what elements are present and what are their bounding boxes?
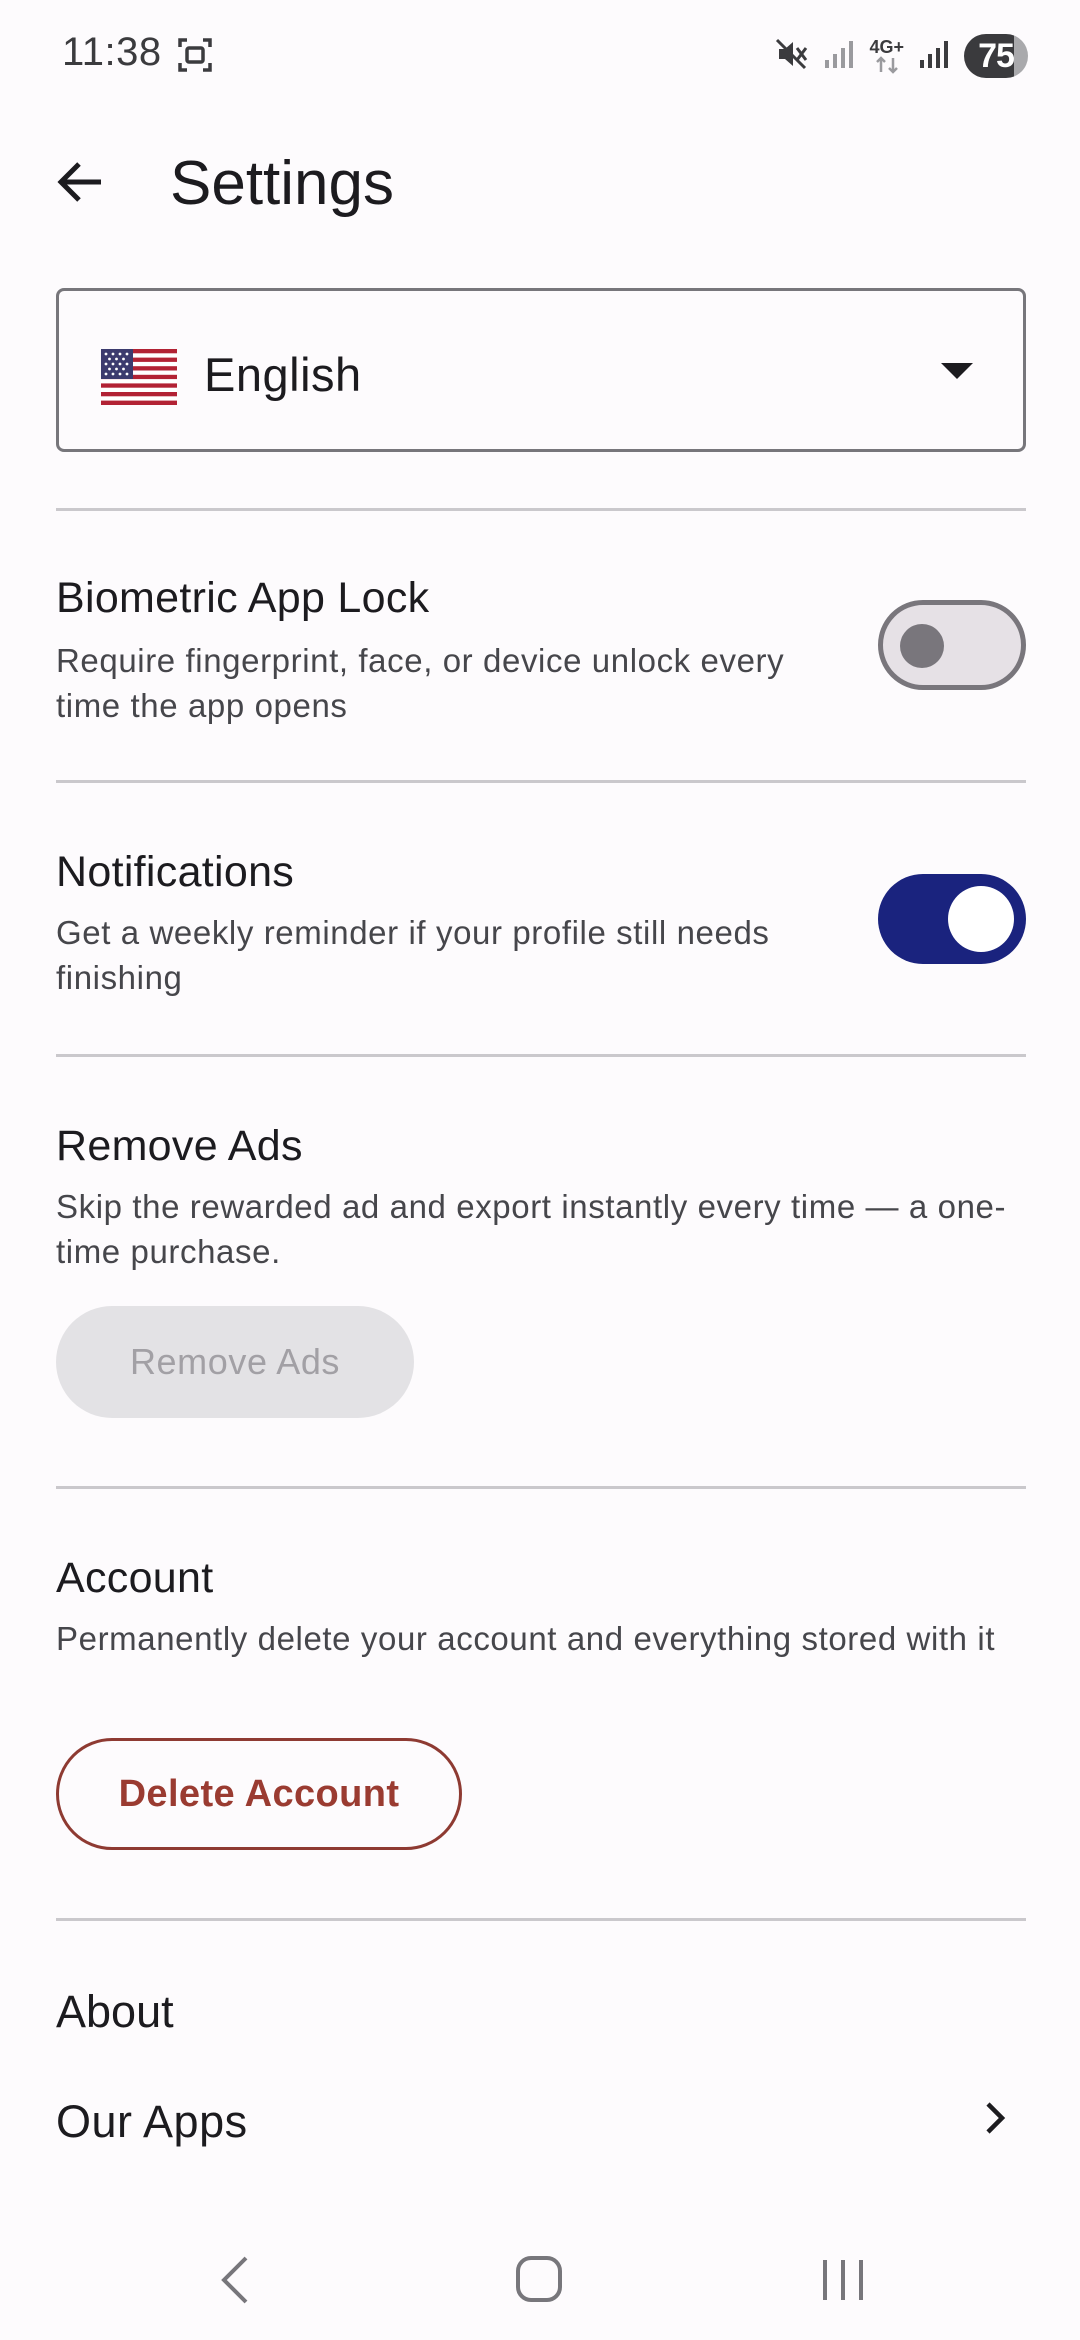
us-flag-icon: [101, 349, 177, 410]
about-title: About: [56, 1986, 174, 2037]
divider: [56, 1918, 1026, 1921]
notifications-toggle[interactable]: [878, 874, 1026, 964]
nav-home-icon: [516, 2256, 562, 2302]
divider: [56, 508, 1026, 511]
screenshot-icon: [176, 36, 214, 79]
system-nav-bar: [0, 2220, 1080, 2340]
delete-account-button[interactable]: Delete Account: [56, 1738, 462, 1850]
list-item-our-apps[interactable]: Our Apps: [0, 2070, 1080, 2170]
nav-recents-icon: [823, 2260, 863, 2300]
biometric-toggle[interactable]: [878, 600, 1026, 690]
status-icons: 4G+ 75: [773, 32, 1028, 80]
arrow-left-icon: [57, 162, 101, 202]
toggle-knob: [900, 624, 944, 668]
divider: [56, 780, 1026, 783]
chevron-right-icon: [982, 2100, 1010, 2141]
toggle-knob: [948, 886, 1014, 952]
account-description: Permanently delete your account and ever…: [56, 1620, 996, 1657]
divider: [56, 1054, 1026, 1057]
divider: [56, 1486, 1026, 1489]
battery-icon: 75: [964, 34, 1028, 78]
network-type-label: 4G+: [869, 37, 904, 57]
status-time: 11:38: [62, 30, 162, 74]
page-title: Settings: [170, 149, 395, 218]
settings-screen: 11:38 4G+ 75 Settings English Biometric …: [0, 0, 1080, 2340]
remove-ads-description: Skip the rewarded ad and export instantl…: [56, 1188, 1007, 1270]
nav-home-button[interactable]: [514, 2254, 564, 2309]
signal-icon-sim1: [823, 38, 855, 75]
notifications-description: Get a weekly reminder if your profile st…: [56, 914, 770, 996]
biometric-title: Biometric App Lock: [56, 574, 430, 622]
remove-ads-button[interactable]: Remove Ads: [56, 1306, 414, 1418]
language-dropdown[interactable]: English: [56, 288, 1026, 452]
signal-icon-sim2: [918, 38, 950, 75]
status-bar: 11:38 4G+ 75: [0, 0, 1080, 112]
caret-down-icon: [941, 363, 973, 386]
network-type-icon: 4G+: [869, 38, 904, 74]
app-bar: Settings: [0, 112, 1080, 252]
nav-back-icon: [221, 2256, 248, 2304]
account-title: Account: [56, 1554, 214, 1602]
nav-recents-button[interactable]: [818, 2256, 868, 2309]
mute-icon: [773, 36, 809, 77]
back-button[interactable]: [40, 142, 120, 222]
biometric-description: Require fingerprint, face, or device unl…: [56, 642, 785, 724]
nav-back-button[interactable]: [214, 2254, 258, 2311]
language-selected-value: English: [204, 348, 362, 401]
notifications-title: Notifications: [56, 848, 295, 896]
list-item-label: Our Apps: [56, 2096, 248, 2147]
remove-ads-title: Remove Ads: [56, 1122, 303, 1170]
